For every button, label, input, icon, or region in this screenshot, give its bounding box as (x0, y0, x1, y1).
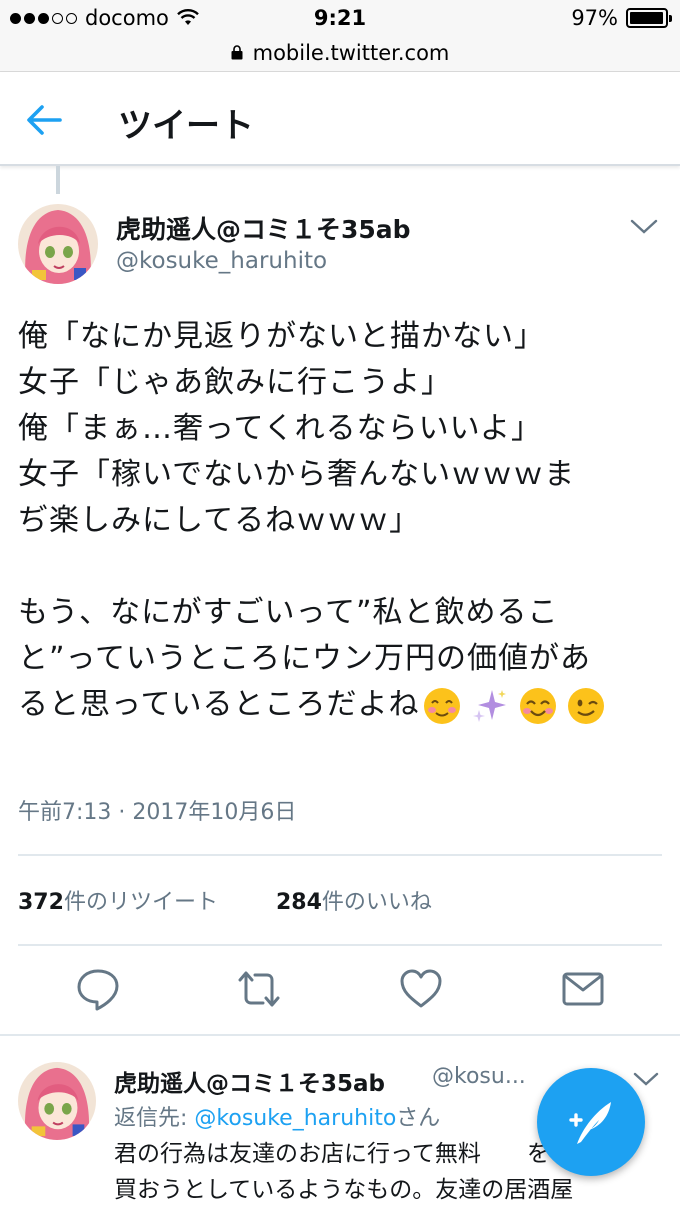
tweet-stats: 372件のリツイート 284件のいいね (18, 884, 432, 916)
back-arrow-icon[interactable] (20, 99, 70, 141)
smiling-blush-emoji (423, 687, 460, 724)
lock-icon (231, 45, 243, 60)
battery-percent: 97% (571, 6, 618, 30)
likes-label: 件のいいね (321, 890, 432, 915)
battery-info: 97% (571, 6, 672, 30)
winking-emoji (567, 687, 604, 724)
reply-author-handle[interactable]: @kosu... (432, 1064, 526, 1089)
smiling-eyes-emoji (519, 687, 556, 724)
address-bar[interactable]: mobile.twitter.com (0, 34, 680, 72)
sparkles-emoji (472, 689, 506, 722)
tweet-body: 俺「なにか見返りがないと描かない」 女子「じゃあ飲みに行こうよ」 俺「まぁ…奢っ… (18, 319, 592, 722)
tweet-timestamp: 午前7:13 · 2017年10月6日 (18, 800, 297, 825)
compose-feather-icon (569, 1102, 611, 1144)
retweets-stat[interactable]: 372件のリツイート (18, 884, 218, 916)
divider (18, 944, 662, 946)
compose-tweet-button[interactable] (537, 1068, 645, 1176)
thread-connector (56, 166, 60, 194)
like-icon[interactable] (398, 966, 444, 1012)
tweet-text: 俺「なにか見返りがないと描かない」 女子「じゃあ飲みに行こうよ」 俺「まぁ…奢っ… (18, 314, 658, 728)
tweet-actions (0, 966, 680, 1016)
page-header: ツイート (0, 72, 680, 166)
message-icon[interactable] (560, 966, 606, 1012)
likes-count: 284 (275, 890, 322, 915)
chevron-down-icon[interactable] (628, 216, 660, 236)
retweets-label: 件のリツイート (63, 890, 218, 915)
reply-icon[interactable] (75, 966, 121, 1012)
url-text: mobile.twitter.com (252, 40, 450, 65)
likes-stat[interactable]: 284件のいいね (276, 884, 432, 916)
reply-to-suffix: さん (396, 1106, 441, 1131)
reply-to-line: 返信先: @kosuke_haruhitoさん (114, 1100, 440, 1132)
divider (18, 854, 662, 856)
retweet-icon[interactable] (236, 966, 282, 1012)
battery-icon (626, 8, 672, 28)
reply-to-label: 返信先: (114, 1106, 195, 1131)
reply-author-name[interactable]: 虎助遥人@コミ１そ35ab (114, 1064, 385, 1098)
avatar[interactable] (18, 1062, 96, 1140)
emoji-group (422, 686, 606, 726)
author-name[interactable]: 虎助遥人@コミ１そ35ab (116, 210, 411, 246)
reply-to-link[interactable]: @kosuke_haruhito (194, 1106, 396, 1131)
page-title: ツイート (118, 106, 254, 146)
avatar[interactable] (18, 204, 98, 284)
retweets-count: 372 (18, 890, 64, 915)
author-handle[interactable]: @kosuke_haruhito (116, 248, 327, 274)
